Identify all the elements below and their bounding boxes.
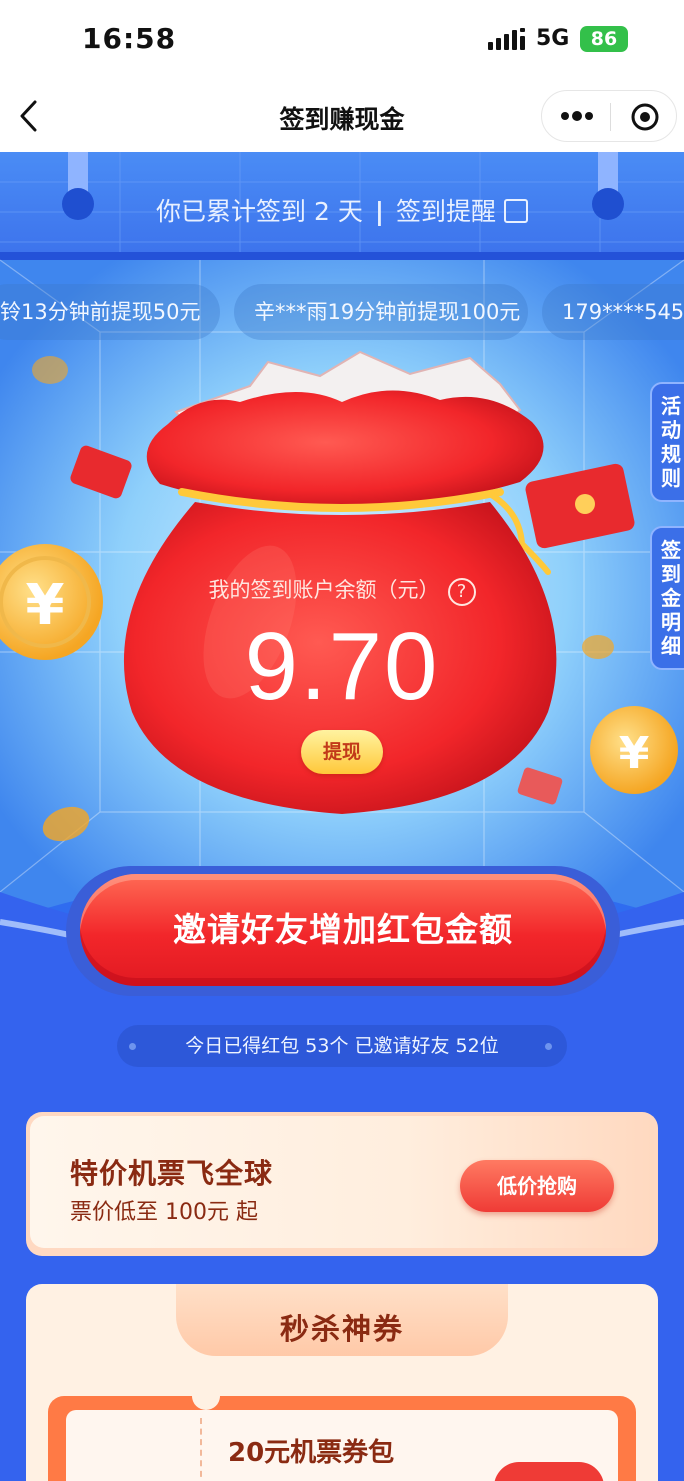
balance-amount: 9.70 bbox=[244, 613, 440, 720]
flash-sale-card: 秒杀神券 20元机票券包 bbox=[26, 1284, 658, 1481]
coupon-inner: 20元机票券包 bbox=[66, 1410, 618, 1481]
status-time: 16:58 bbox=[82, 22, 177, 55]
activity-rules-tab[interactable]: 活动规则 bbox=[650, 382, 684, 502]
invite-friends-button[interactable]: 邀请好友增加红包金额 bbox=[80, 874, 606, 986]
flight-promo-card[interactable]: 特价机票飞全球 票价低至 100元 起 低价抢购 bbox=[26, 1112, 658, 1256]
more-icon[interactable] bbox=[560, 105, 594, 127]
signin-reminder-checkbox[interactable] bbox=[503, 199, 528, 223]
balance-label: 我的签到账户余额（元） bbox=[208, 578, 440, 602]
background-illustration: ¥ ¥ bbox=[0, 152, 684, 1481]
low-price-buy-button[interactable]: 低价抢购 bbox=[460, 1160, 614, 1212]
stats-dot-right bbox=[545, 1043, 552, 1050]
signin-count-text: 你已累计签到 2 天 bbox=[156, 197, 363, 226]
ticker-item: 辛***雨19分钟前提现100元 bbox=[234, 284, 528, 340]
help-icon[interactable]: ? bbox=[447, 578, 476, 606]
coupon-card[interactable]: 20元机票券包 bbox=[48, 1382, 636, 1481]
svg-text:¥: ¥ bbox=[619, 728, 650, 779]
stats-dot-left bbox=[129, 1043, 136, 1050]
network-label: 5G bbox=[536, 26, 570, 51]
close-target-icon[interactable] bbox=[630, 102, 660, 132]
flash-sale-title: 秒杀神券 bbox=[279, 1312, 404, 1346]
ticker-item: 铃13分钟前提现50元 bbox=[0, 284, 220, 340]
coupon-title: 20元机票券包 bbox=[228, 1438, 395, 1468]
flight-promo-inner: 特价机票飞全球 票价低至 100元 起 低价抢购 bbox=[30, 1116, 654, 1248]
coupon-claim-button[interactable] bbox=[494, 1462, 604, 1481]
banner-separator: | bbox=[374, 197, 384, 226]
signin-summary: 你已累计签到 2 天 | 签到提醒 bbox=[0, 192, 684, 228]
flight-promo-subtitle: 票价低至 100元 起 bbox=[70, 1200, 258, 1225]
stats-bar: 今日已得红包 53个 已邀请好友 52位 bbox=[117, 1025, 567, 1067]
battery-indicator: 86 bbox=[580, 26, 628, 52]
withdraw-button[interactable]: 提现 bbox=[301, 730, 383, 774]
status-bar: 16:58 5G 86 bbox=[0, 0, 684, 80]
ticker-item: 179****5458 bbox=[542, 284, 684, 340]
mini-program-capsule bbox=[541, 90, 677, 142]
coupon-divider bbox=[200, 1418, 202, 1481]
flight-promo-title: 特价机票飞全球 bbox=[70, 1157, 274, 1190]
capsule-divider bbox=[610, 103, 611, 131]
main-content: ¥ ¥ 你已累计签到 2 天 | 签到提醒 铃13分钟前提现50元 辛***雨19分… bbox=[0, 152, 684, 1481]
signin-reminder-label: 签到提醒 bbox=[395, 197, 496, 226]
nav-bar: 签到赚现金 bbox=[0, 80, 684, 152]
coupon-notch bbox=[192, 1382, 220, 1410]
signal-icon bbox=[488, 28, 525, 50]
balance-label-row: 我的签到账户余额（元）? bbox=[0, 574, 684, 606]
stats-text: 今日已得红包 53个 已邀请好友 52位 bbox=[185, 1035, 499, 1057]
signin-banner: 你已累计签到 2 天 | 签到提醒 bbox=[0, 152, 684, 256]
